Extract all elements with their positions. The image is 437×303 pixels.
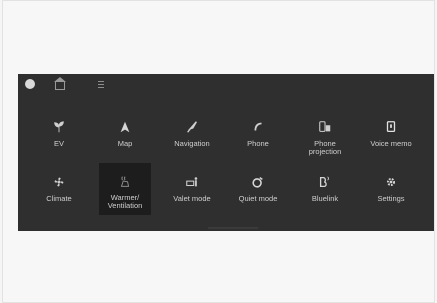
navigation-icon	[184, 119, 200, 135]
valet-icon	[184, 174, 200, 190]
gear-icon	[383, 174, 399, 190]
tile-label: Settings	[377, 194, 405, 203]
tile-navigation[interactable]: Navigation	[159, 109, 225, 163]
fan-icon	[51, 174, 67, 190]
bottom-indicator	[208, 227, 258, 229]
tile-phone-projection[interactable]: Phone projection	[292, 109, 358, 163]
tile-ev[interactable]: EV	[26, 109, 92, 163]
tile-label: Valet mode	[173, 194, 211, 203]
home-icon	[54, 76, 66, 90]
profile-circle-icon	[25, 79, 35, 89]
top-bar	[18, 74, 434, 94]
tile-settings[interactable]: Settings	[358, 164, 424, 218]
tile-label: Map	[117, 139, 133, 148]
phone-projection-icon	[317, 119, 333, 135]
bluelink-icon	[317, 174, 333, 190]
tile-label: Warmer/ Ventilation	[107, 193, 143, 210]
phone-icon	[250, 119, 266, 135]
tile-phone[interactable]: Phone	[225, 109, 291, 163]
tile-label: Bluelink	[311, 194, 339, 203]
tile-voice-memo[interactable]: Voice memo	[358, 109, 424, 163]
menu-button[interactable]	[94, 77, 108, 91]
quiet-mode-icon	[250, 174, 266, 190]
map-arrow-icon	[117, 119, 133, 135]
tile-quiet-mode[interactable]: Quiet mode	[225, 164, 291, 218]
tile-label: Navigation	[174, 139, 210, 148]
tile-label: Voice memo	[370, 139, 412, 148]
infotainment-screen: EV Map Navigation Phone Phone projection…	[18, 74, 434, 231]
tile-label: Phone projection	[308, 139, 342, 156]
page-frame: EV Map Navigation Phone Phone projection…	[2, 0, 435, 303]
menu-icon	[98, 80, 104, 88]
home-button[interactable]	[53, 76, 67, 91]
tile-label: Climate	[46, 194, 72, 203]
tile-label: Phone	[247, 139, 269, 148]
tile-label: EV	[53, 139, 64, 148]
tile-map[interactable]: Map	[92, 109, 158, 163]
tile-climate[interactable]: Climate	[26, 164, 92, 218]
voice-memo-icon	[383, 119, 399, 135]
tile-warmer-ventilation[interactable]: Warmer/ Ventilation	[99, 163, 151, 215]
tile-bluelink[interactable]: Bluelink	[292, 164, 358, 218]
seat-heat-icon	[117, 173, 133, 189]
profile-button[interactable]	[23, 77, 37, 91]
tile-valet-mode[interactable]: Valet mode	[159, 164, 225, 218]
tile-label: Quiet mode	[238, 194, 278, 203]
ev-leaf-icon	[51, 119, 67, 135]
